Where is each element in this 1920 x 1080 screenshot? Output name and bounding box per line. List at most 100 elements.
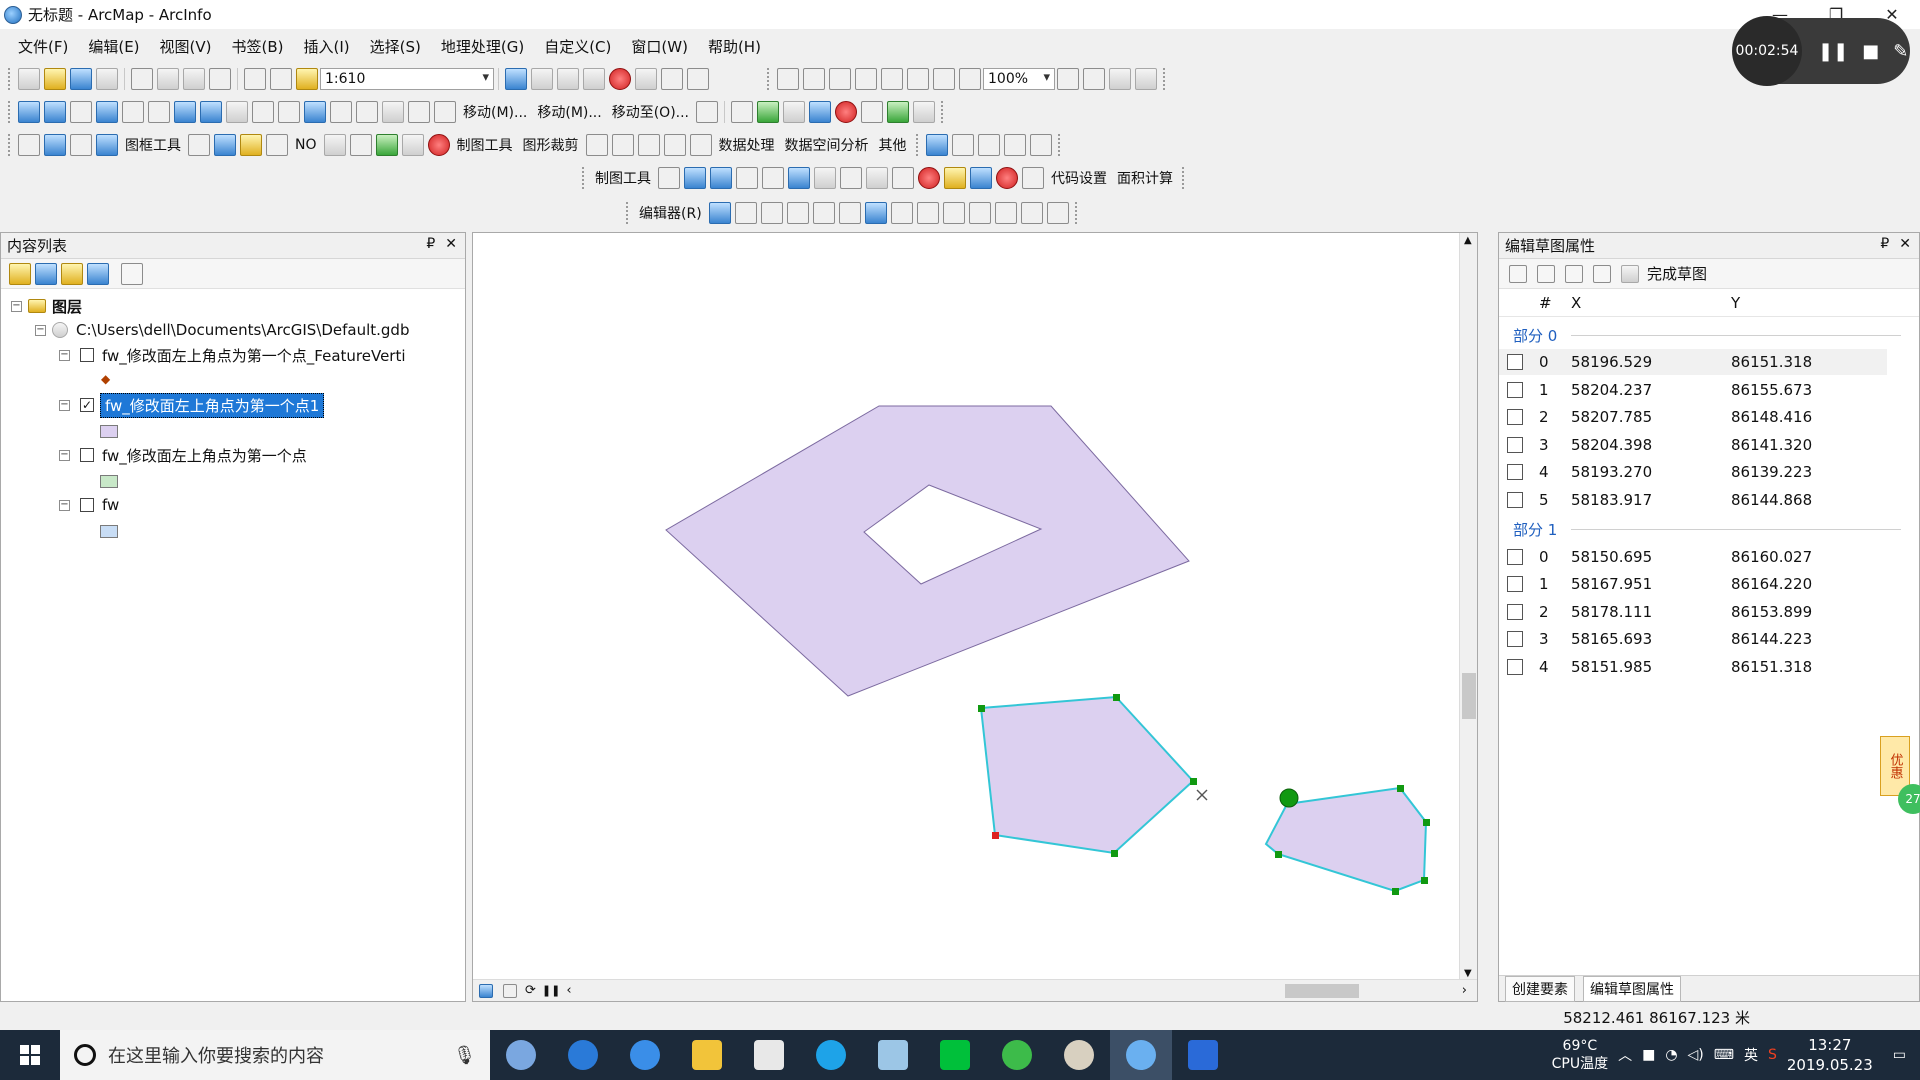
tool-c-icon[interactable]: [783, 100, 806, 123]
attributes-icon[interactable]: [994, 201, 1017, 224]
finish-sketch-icon[interactable]: [1621, 264, 1639, 283]
vertex-row[interactable]: 0 58150.695 86160.027: [1499, 544, 1887, 570]
toc-window-icon[interactable]: [531, 67, 553, 90]
layer-visibility-checkbox[interactable]: [80, 448, 94, 462]
other-menu[interactable]: 其他: [879, 135, 907, 155]
volume-icon[interactable]: ◁): [1688, 1047, 1704, 1063]
cpu-temperature[interactable]: 69°C CPU温度: [1552, 1037, 1608, 1073]
editor-menu[interactable]: 编辑器(R): [639, 203, 702, 223]
focus-frame-icon[interactable]: [1083, 67, 1105, 90]
undo-icon[interactable]: [244, 67, 266, 90]
insert-vertex-icon[interactable]: [1509, 264, 1527, 283]
monitor-icon[interactable]: [214, 133, 236, 156]
collapse-icon[interactable]: −: [59, 499, 70, 511]
whats-this-icon[interactable]: [687, 67, 709, 90]
clock[interactable]: 13:27 2019.05.23: [1787, 1035, 1873, 1075]
vertex-checkbox[interactable]: [1507, 492, 1523, 508]
zoom-in-icon[interactable]: [18, 100, 40, 123]
create-features-icon[interactable]: [1046, 201, 1069, 224]
taskbar-app-ie[interactable]: [552, 1030, 614, 1080]
spatial-analysis-menu[interactable]: 数据空间分析: [785, 135, 869, 155]
vertex-marker[interactable]: [1397, 785, 1404, 792]
list-by-source-icon[interactable]: [35, 262, 57, 285]
action-center-icon[interactable]: ▭: [1893, 1047, 1906, 1063]
vertex-checkbox[interactable]: [1507, 631, 1523, 647]
vertex-checkbox[interactable]: [1507, 549, 1523, 565]
vertex-marker[interactable]: [978, 705, 985, 712]
data-driven-pages-icon[interactable]: [1135, 67, 1157, 90]
hand2-icon[interactable]: [1022, 166, 1044, 189]
taskbar-app-skype[interactable]: [800, 1030, 862, 1080]
taskbar-app-task-view[interactable]: [490, 1030, 552, 1080]
copy-icon[interactable]: [157, 67, 179, 90]
col-x-header[interactable]: X: [1571, 294, 1581, 312]
finish-sketch-button[interactable]: 完成草图: [1647, 263, 1707, 284]
vertex-checkbox[interactable]: [1507, 437, 1523, 453]
print-icon[interactable]: [96, 67, 118, 90]
vertex-checkbox[interactable]: [1507, 409, 1523, 425]
part-0-label[interactable]: 部分 0: [1513, 325, 1557, 346]
delete-icon[interactable]: [209, 67, 231, 90]
vertex-marker[interactable]: [1423, 819, 1430, 826]
polygon-with-hole[interactable]: [665, 405, 1190, 697]
layer-visibility-checkbox[interactable]: ✓: [80, 398, 94, 412]
catalog-window-icon[interactable]: [557, 67, 579, 90]
pin-icon[interactable]: ₽: [426, 236, 435, 252]
end-point-arc-icon[interactable]: [786, 201, 809, 224]
tree-row-root[interactable]: − 图层: [11, 295, 82, 317]
layout-image-icon[interactable]: [96, 133, 118, 156]
area-calc-menu[interactable]: 面积计算: [1117, 168, 1173, 188]
ime-indicator[interactable]: 英: [1744, 1045, 1758, 1065]
rotate-icon[interactable]: [968, 201, 991, 224]
python-window-icon[interactable]: [635, 67, 657, 90]
layer-row-2[interactable]: − fw_修改面左上角点为第一个点: [59, 444, 307, 466]
find-icon[interactable]: [408, 100, 430, 123]
tab-edit-sketch-properties[interactable]: 编辑草图属性: [1583, 975, 1681, 1002]
layout-fixed-in-icon[interactable]: [881, 67, 903, 90]
layer-row-3[interactable]: − fw: [59, 494, 119, 516]
taskbar-app-browser[interactable]: [986, 1030, 1048, 1080]
vertex-row[interactable]: 1 58204.237 86155.673: [1499, 377, 1887, 403]
frame-icon[interactable]: [44, 133, 66, 156]
vertex-marker[interactable]: [1111, 850, 1118, 857]
move-m1-button[interactable]: 移动(M)...: [463, 102, 527, 122]
taskbar-app-notes[interactable]: [862, 1030, 924, 1080]
go-back-icon[interactable]: [174, 100, 196, 123]
start-button[interactable]: [0, 1030, 60, 1080]
image2-icon[interactable]: [788, 166, 810, 189]
split-icon[interactable]: [942, 201, 965, 224]
layer-name[interactable]: fw: [102, 496, 119, 514]
edit-tool-icon[interactable]: [708, 201, 731, 224]
microphone-icon[interactable]: 🎙: [453, 1045, 476, 1066]
chart-icon[interactable]: [1029, 133, 1052, 156]
save-icon[interactable]: [70, 67, 92, 90]
vertex-row[interactable]: 2 58178.111 86153.899: [1499, 599, 1887, 625]
scissors-icon[interactable]: [892, 166, 914, 189]
scroll-down-icon[interactable]: ▼: [1464, 968, 1472, 979]
grid-icon[interactable]: [18, 133, 40, 156]
layout-view-icon[interactable]: [503, 983, 517, 998]
globe-icon[interactable]: [375, 133, 398, 156]
clear-selection-icon[interactable]: [252, 100, 274, 123]
vertex-marker[interactable]: [1392, 888, 1399, 895]
no-label-button[interactable]: NO: [295, 137, 317, 153]
menu-file[interactable]: 文件(F): [8, 36, 78, 57]
check-icon[interactable]: [663, 133, 686, 156]
stop-icon[interactable]: [427, 133, 450, 156]
horizontal-scrollbar-thumb[interactable]: [1285, 984, 1359, 998]
vertex-row[interactable]: 4 58193.270 86139.223: [1499, 459, 1887, 485]
show-hidden-icons-icon[interactable]: ︿: [1618, 1045, 1632, 1065]
monitor2-icon[interactable]: [710, 166, 732, 189]
map-scale-select[interactable]: 1:610: [320, 67, 494, 90]
pause-icon[interactable]: ❚❚: [1818, 41, 1848, 62]
vertex-row[interactable]: 0 58196.529 86151.318: [1499, 349, 1887, 375]
selected-vertex-marker[interactable]: [992, 832, 999, 839]
fixed-zoom-in-icon[interactable]: [122, 100, 144, 123]
vertex-marker[interactable]: [1190, 778, 1197, 785]
vertex-row[interactable]: 3 58165.693 86144.223: [1499, 626, 1887, 652]
list-by-selection-icon[interactable]: [87, 262, 109, 285]
z-values-icon[interactable]: [1565, 264, 1583, 283]
layer-name[interactable]: fw_修改面左上角点为第一个点_FeatureVerti: [102, 345, 406, 366]
delete-vertex-icon[interactable]: [1537, 264, 1555, 283]
sketch-close-icon[interactable]: ✕: [1899, 236, 1911, 252]
